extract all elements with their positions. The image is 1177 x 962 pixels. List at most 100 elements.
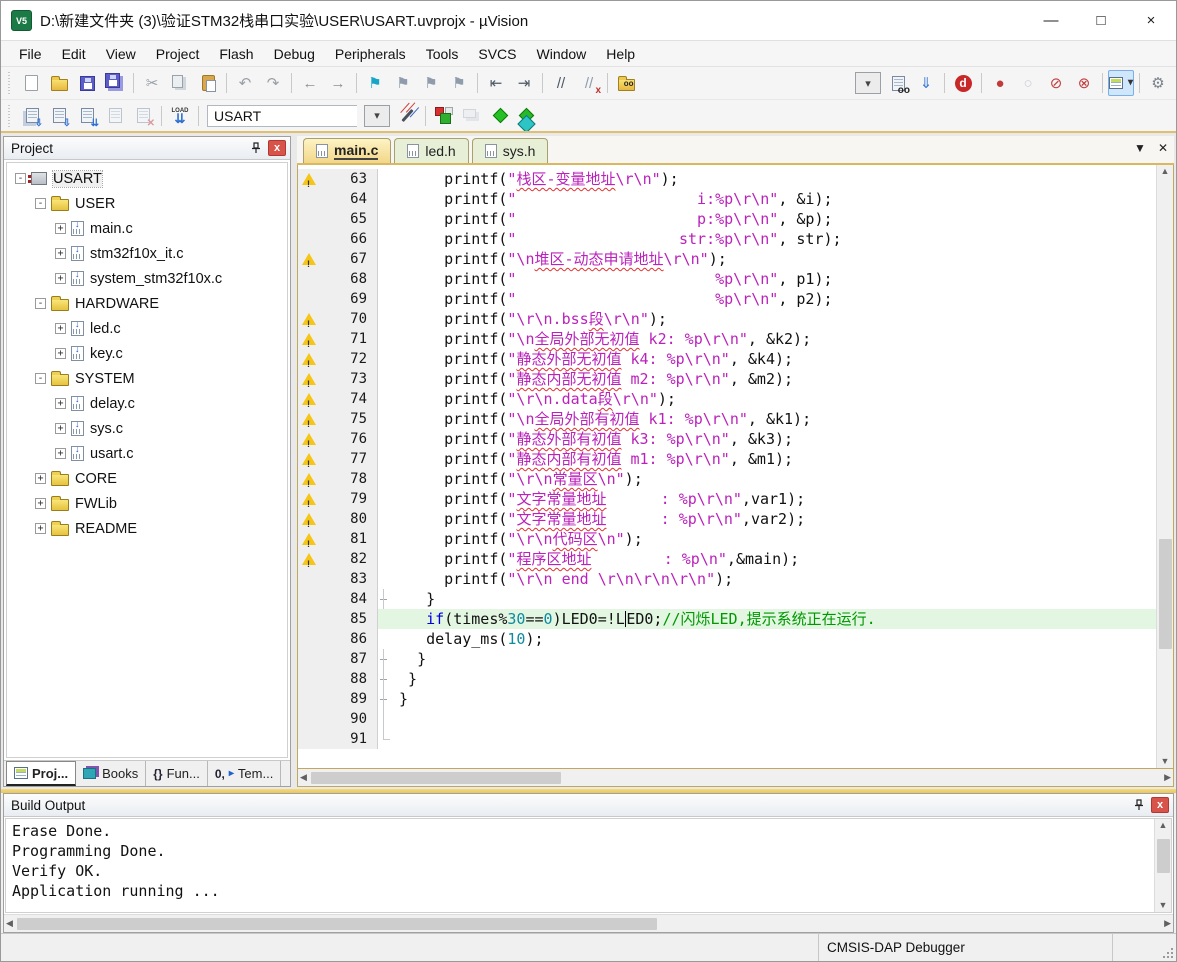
scroll-down-icon[interactable]: ▼ — [1159, 901, 1168, 910]
cut-icon[interactable]: ✂ — [139, 70, 165, 96]
expand-icon[interactable]: + — [55, 248, 66, 259]
tree-item-usart[interactable]: - USART — [7, 166, 287, 191]
tree-item-led-c[interactable]: + led.c — [7, 316, 287, 341]
code-lines[interactable]: 63 printf("栈区-变量地址\r\n");64 printf(" i:%… — [298, 165, 1156, 768]
tree-item-usart-c[interactable]: + usart.c — [7, 441, 287, 466]
horizontal-scroll-thumb[interactable] — [16, 917, 657, 930]
build-output-horizontal-scrollbar[interactable]: ◀ ▶ — [4, 914, 1173, 932]
tree-item-user[interactable]: - USER — [7, 191, 287, 216]
code-line[interactable]: 76 printf("静态外部有初值 k3: %p\r\n", &k3); — [298, 429, 1156, 454]
tree-item-system-stm32f10x-c[interactable]: + system_stm32f10x.c — [7, 266, 287, 291]
code-line[interactable]: 89 } — [298, 689, 1156, 709]
panel-tab-fun[interactable]: {} Fun... — [146, 761, 208, 786]
code-line[interactable]: 67 printf("\n堆区-动态申请地址\r\n"); — [298, 249, 1156, 274]
horizontal-scroll-thumb[interactable] — [310, 771, 561, 784]
code-line[interactable]: 63 printf("栈区-变量地址\r\n"); — [298, 169, 1156, 194]
code-line[interactable]: 69 printf(" %p\r\n", p2); — [298, 289, 1156, 309]
editor-tab-led-h[interactable]: led.h — [394, 138, 469, 163]
menu-tools[interactable]: Tools — [416, 43, 469, 65]
build-target-icon[interactable]: ⇩ — [46, 103, 72, 129]
tree-item-core[interactable]: + CORE — [7, 466, 287, 491]
maximize-button[interactable]: □ — [1076, 1, 1126, 40]
editor-tab-main-c[interactable]: main.c — [303, 138, 392, 163]
menu-file[interactable]: File — [9, 43, 52, 65]
stop-build-icon[interactable]: ✕ — [130, 103, 156, 129]
code-line[interactable]: 66 printf(" str:%p\r\n", str); — [298, 229, 1156, 249]
configure-icon[interactable]: ⚙ — [1145, 70, 1171, 96]
tree-item-main-c[interactable]: + main.c — [7, 216, 287, 241]
uncomment-selection-icon[interactable]: //x — [576, 70, 602, 96]
code-line[interactable]: 68 printf(" %p\r\n", p1); — [298, 269, 1156, 289]
expand-icon[interactable]: + — [55, 423, 66, 434]
pin-icon[interactable] — [1130, 797, 1148, 814]
menu-edit[interactable]: Edit — [52, 43, 96, 65]
menu-flash[interactable]: Flash — [209, 43, 263, 65]
incremental-find-icon[interactable]: ⇓ — [913, 70, 939, 96]
next-bookmark-icon[interactable]: ⚑ — [418, 70, 444, 96]
paste-icon[interactable] — [195, 70, 221, 96]
scroll-left-icon[interactable]: ◀ — [300, 773, 307, 782]
code-line[interactable]: 74 printf("\r\n.data段\r\n"); — [298, 389, 1156, 414]
expand-icon[interactable]: + — [55, 448, 66, 459]
menu-help[interactable]: Help — [596, 43, 645, 65]
save-icon[interactable] — [74, 70, 100, 96]
scroll-right-icon[interactable]: ▶ — [1164, 773, 1171, 782]
expand-icon[interactable]: + — [35, 473, 46, 484]
tree-item-hardware[interactable]: - HARDWARE — [7, 291, 287, 316]
menu-debug[interactable]: Debug — [264, 43, 325, 65]
code-line[interactable]: 81 printf("\r\n代码区\n"); — [298, 529, 1156, 554]
collapse-icon[interactable]: - — [35, 373, 46, 384]
panel-tab-books[interactable]: Books — [76, 761, 147, 786]
comment-selection-icon[interactable]: // — [548, 70, 574, 96]
code-line[interactable]: 82 printf("程序区地址 : %p\n",&main); — [298, 549, 1156, 574]
code-line[interactable]: 65 printf(" p:%p\r\n", &p); — [298, 209, 1156, 229]
scroll-up-icon[interactable]: ▲ — [1161, 167, 1170, 176]
code-line[interactable]: 86 delay_ms(10); — [298, 629, 1156, 649]
navigate-forward-icon[interactable]: → — [325, 70, 351, 96]
menu-project[interactable]: Project — [146, 43, 210, 65]
unindent-icon[interactable]: ⇤ — [483, 70, 509, 96]
enable-breakpoint-icon[interactable]: ○ — [1015, 70, 1041, 96]
collapse-icon[interactable]: - — [35, 198, 46, 209]
redo-icon[interactable]: ↷ — [260, 70, 286, 96]
project-panel-close-icon[interactable]: x — [268, 140, 286, 156]
code-line[interactable]: 79 printf("文字常量地址 : %p\r\n",var1); — [298, 489, 1156, 514]
tree-item-stm32f10x-it-c[interactable]: + stm32f10x_it.c — [7, 241, 287, 266]
navigate-back-icon[interactable]: ← — [297, 70, 323, 96]
collapse-icon[interactable]: - — [15, 173, 26, 184]
code-line[interactable]: 72 printf("静态外部无初值 k4: %p\r\n", &k4); — [298, 349, 1156, 374]
vertical-scroll-thumb[interactable] — [1157, 839, 1170, 873]
select-software-packs-icon[interactable] — [487, 103, 513, 129]
code-line[interactable]: 70 printf("\r\n.bss段\r\n"); — [298, 309, 1156, 334]
new-file-icon[interactable] — [18, 70, 44, 96]
code-line[interactable]: 88 } — [298, 669, 1156, 689]
expand-icon[interactable]: + — [55, 323, 66, 334]
code-line[interactable]: 83 printf("\r\n end \r\n\r\n\r\n"); — [298, 569, 1156, 589]
kill-all-breakpoints-icon[interactable]: ⊗ — [1071, 70, 1097, 96]
options-for-target-icon[interactable] — [394, 103, 420, 129]
tree-item-sys-c[interactable]: + sys.c — [7, 416, 287, 441]
indent-icon[interactable]: ⇥ — [511, 70, 537, 96]
undo-icon[interactable]: ↶ — [232, 70, 258, 96]
expand-icon[interactable]: + — [55, 223, 66, 234]
disable-all-breakpoints-icon[interactable]: ⊘ — [1043, 70, 1069, 96]
scroll-up-icon[interactable]: ▲ — [1159, 821, 1168, 830]
collapse-icon[interactable]: - — [35, 298, 46, 309]
code-line[interactable]: 91 — [298, 729, 1156, 749]
code-line[interactable]: 78 printf("\r\n常量区\n"); — [298, 469, 1156, 494]
dropdown-combo[interactable]: ▾ — [855, 72, 881, 94]
scroll-down-icon[interactable]: ▼ — [1161, 757, 1170, 766]
tree-item-readme[interactable]: + README — [7, 516, 287, 541]
scroll-right-icon[interactable]: ▶ — [1164, 919, 1171, 928]
copy-icon[interactable] — [167, 70, 193, 96]
expand-icon[interactable]: + — [55, 273, 66, 284]
tree-item-delay-c[interactable]: + delay.c — [7, 391, 287, 416]
insert-bookmark-icon[interactable]: ⚑ — [362, 70, 388, 96]
find-in-files-folder-icon[interactable] — [613, 70, 639, 96]
tree-item-system[interactable]: - SYSTEM — [7, 366, 287, 391]
target-select[interactable]: USART — [207, 104, 357, 127]
build-output-close-icon[interactable]: x — [1151, 797, 1169, 813]
code-line[interactable]: 90 — [298, 709, 1156, 729]
batch-build-icon[interactable] — [102, 103, 128, 129]
document-list-icon[interactable]: ▼ — [1134, 142, 1146, 154]
